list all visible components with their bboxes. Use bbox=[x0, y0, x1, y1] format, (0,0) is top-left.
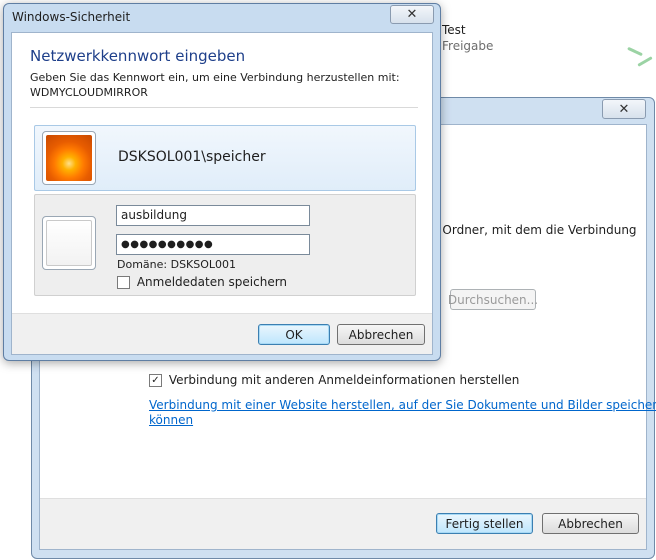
ok-button[interactable]: OK bbox=[258, 324, 330, 345]
dialog-description: Geben Sie das Kennwort ein, um eine Verb… bbox=[30, 70, 400, 100]
dialog-heading: Netzwerkkennwort eingeben bbox=[30, 47, 246, 65]
decoration-mark bbox=[637, 56, 653, 67]
divider bbox=[30, 107, 418, 108]
folder-instruction-text: n Ordner, mit dem die Verbindung bbox=[431, 223, 637, 237]
dialog-title: Windows-Sicherheit bbox=[12, 10, 131, 24]
windows-security-dialog: Windows-Sicherheit ✕ Netzwerkkennwort ei… bbox=[3, 3, 441, 361]
close-icon: ✕ bbox=[406, 7, 418, 22]
username-input[interactable]: ausbildung bbox=[116, 205, 310, 226]
user-avatar-icon bbox=[42, 216, 96, 270]
close-button[interactable]: ✕ bbox=[390, 5, 434, 24]
share-subtitle: Freigabe bbox=[442, 39, 494, 53]
other-credentials-label: Verbindung mit anderen Anmeldeinformatio… bbox=[168, 373, 520, 387]
target-server-name: WDMYCLOUDMIRROR bbox=[30, 86, 148, 99]
decoration-mark bbox=[627, 46, 643, 57]
share-name: Test bbox=[442, 23, 466, 37]
close-icon: ✕ bbox=[618, 101, 630, 117]
remember-credentials-row[interactable]: Anmeldedaten speichern bbox=[117, 275, 287, 289]
cancel-button[interactable]: Abbrechen bbox=[337, 324, 425, 345]
other-credentials-checkbox[interactable]: ✓ bbox=[149, 374, 162, 387]
website-link-line1[interactable]: Verbindung mit einer Website herstellen,… bbox=[149, 398, 656, 412]
saved-credential-tile[interactable]: DSKSOL001\speicher bbox=[34, 125, 416, 191]
other-credentials-row[interactable]: ✓ Verbindung mit anderen Anmeldeinformat… bbox=[149, 373, 519, 387]
domain-text: Domäne: DSKSOL001 bbox=[117, 258, 237, 271]
password-input[interactable]: ●●●●●●●●●● bbox=[116, 234, 310, 255]
remember-credentials-checkbox[interactable] bbox=[117, 276, 130, 289]
dialog-footer: OK Abbrechen bbox=[12, 313, 432, 354]
dialog-footer: Fertig stellen Abbrechen bbox=[40, 498, 646, 549]
user-avatar-flower-icon bbox=[42, 131, 96, 185]
remember-credentials-label: Anmeldedaten speichern bbox=[136, 275, 288, 289]
browse-button[interactable]: Durchsuchen... bbox=[448, 289, 538, 310]
close-button[interactable]: ✕ bbox=[602, 99, 646, 119]
credential-form-tile: ausbildung ●●●●●●●●●● Domäne: DSKSOL001 … bbox=[34, 194, 416, 296]
website-link-line2[interactable]: können bbox=[149, 413, 193, 427]
cancel-button[interactable]: Abbrechen bbox=[542, 513, 639, 534]
dialog-body: Netzwerkkennwort eingeben Geben Sie das … bbox=[11, 32, 433, 355]
finish-button[interactable]: Fertig stellen bbox=[436, 513, 533, 534]
saved-user-name: DSKSOL001\speicher bbox=[118, 149, 266, 165]
description-line: Geben Sie das Kennwort ein, um eine Verb… bbox=[30, 71, 400, 84]
